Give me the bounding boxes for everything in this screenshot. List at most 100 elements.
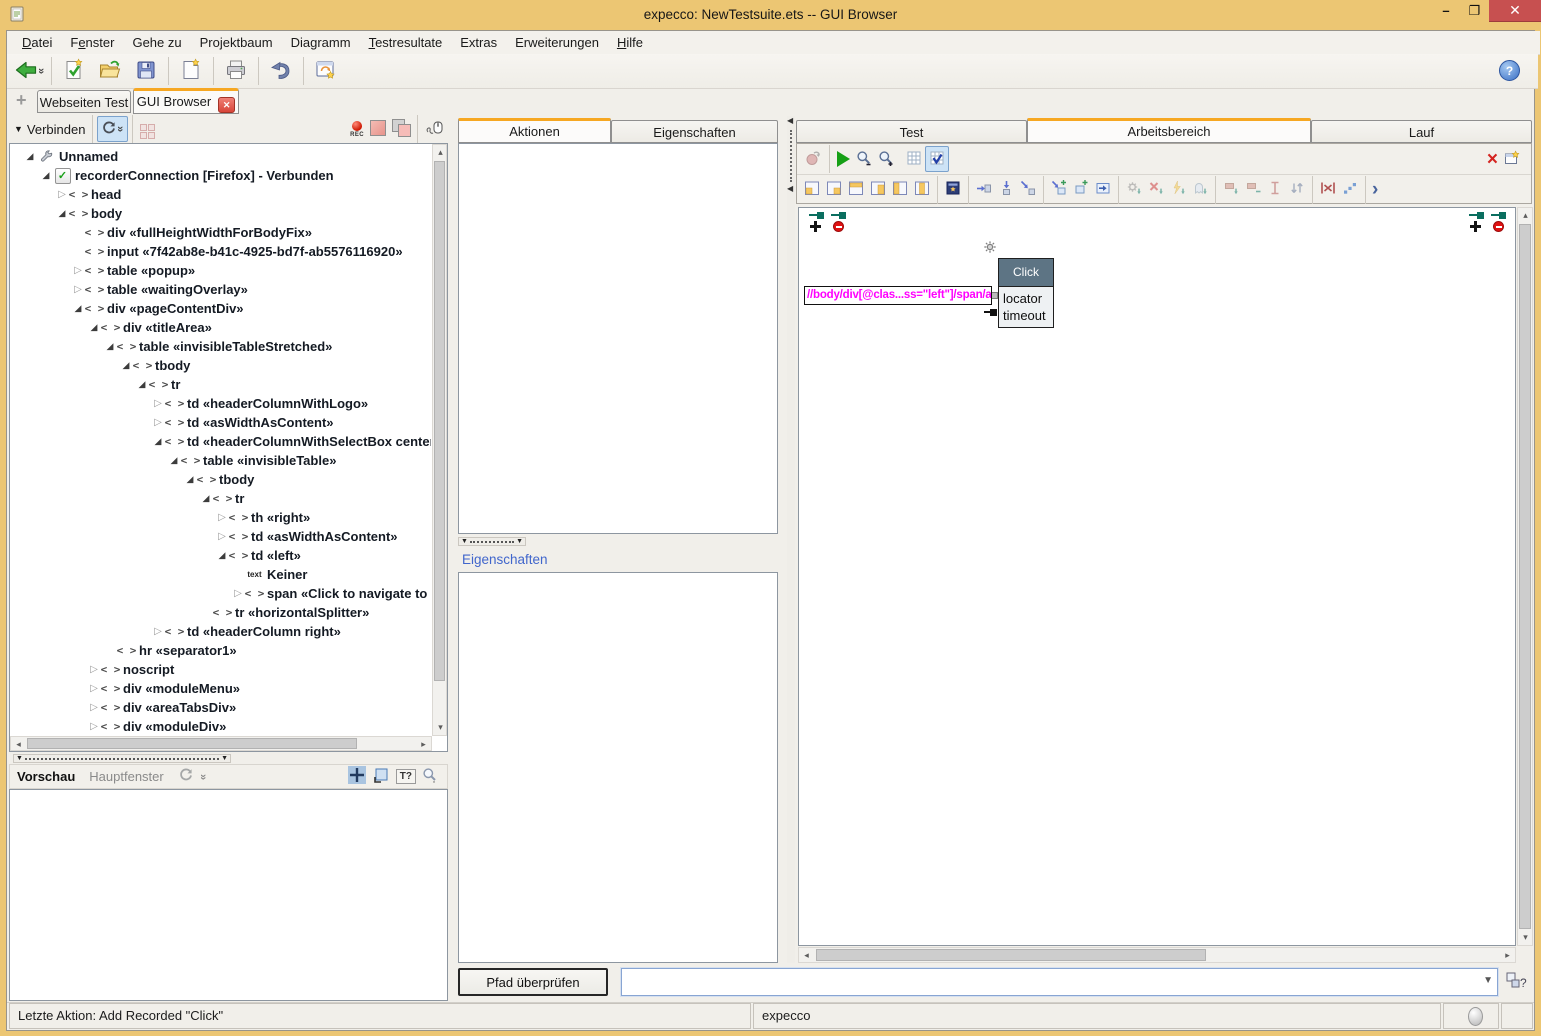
tab-gui-browser[interactable]: GUI Browser✕ xyxy=(133,88,239,114)
menu-item-projektbaum[interactable]: Projektbaum xyxy=(191,32,282,54)
tree-expander-icon[interactable]: ◢ xyxy=(183,470,197,489)
menu-item-hilfe[interactable]: Hilfe xyxy=(608,32,652,54)
path-combobox[interactable]: ▼ xyxy=(621,968,1498,996)
pin-stop-icon[interactable] xyxy=(831,212,846,232)
dist-v-button[interactable] xyxy=(1339,178,1361,202)
pin-timeout[interactable]: timeout xyxy=(999,307,1053,324)
tree-vscrollbar[interactable]: ▴ ▾ xyxy=(432,144,447,736)
anchor-min-button[interactable] xyxy=(1242,178,1264,202)
tree-expander-icon[interactable]: ◢ xyxy=(199,489,213,508)
gear-sub-button[interactable] xyxy=(1123,178,1145,202)
tree-item[interactable]: ◢< >td «left» xyxy=(11,546,431,565)
tree-hscrollbar[interactable]: ◂ ▸ xyxy=(10,736,432,751)
tab-aktionen[interactable]: Aktionen xyxy=(458,118,611,143)
anchor-sub-button[interactable] xyxy=(1220,178,1242,202)
tree-expander-icon[interactable]: ◢ xyxy=(119,356,133,375)
back-button[interactable]: » xyxy=(11,56,47,86)
insert-window-button[interactable] xyxy=(942,178,964,202)
tree-item[interactable]: ▷< >table «waitingOverlay» xyxy=(11,280,431,299)
pin-diag-button[interactable] xyxy=(1017,178,1039,202)
show-text-button[interactable]: T? xyxy=(393,765,419,789)
add-box-button[interactable] xyxy=(1070,178,1092,202)
tree-expander-icon[interactable]: ◢ xyxy=(151,432,165,451)
timeout-pin[interactable] xyxy=(990,309,997,316)
tree-item[interactable]: ▷< >noscript xyxy=(11,660,431,679)
tree-item[interactable]: ◢< >td «headerColumnWithSelectBox center… xyxy=(11,432,431,451)
close-button[interactable]: ✕ xyxy=(1489,0,1541,22)
tree-item[interactable]: ◢< >body xyxy=(11,204,431,223)
tab-test[interactable]: Test xyxy=(796,120,1027,143)
tree-item[interactable]: ▷< >td «asWidthAsContent» xyxy=(11,527,431,546)
swap-button[interactable] xyxy=(1286,178,1308,202)
tree-expander-icon[interactable]: ▷ xyxy=(87,660,101,679)
pin-stop-icon[interactable] xyxy=(1491,212,1506,232)
vbar-button[interactable] xyxy=(1264,178,1286,202)
tab-arbeitsbereich[interactable]: Arbeitsbereich xyxy=(1027,118,1311,143)
tree-item[interactable]: ▷< >td «asWidthAsContent» xyxy=(11,413,431,432)
view-hauptfenster[interactable]: Hauptfenster xyxy=(89,769,163,784)
tree-expander-icon[interactable]: ◢ xyxy=(55,204,69,223)
tree-expander-icon[interactable]: ◢ xyxy=(103,337,117,356)
tree-expander-icon[interactable]: ▷ xyxy=(87,679,101,698)
menu-item-gehe-zu[interactable]: Gehe zu xyxy=(123,32,190,54)
tree-item[interactable]: ◢< >div «titleArea» xyxy=(11,318,431,337)
minimize-button[interactable]: – xyxy=(1432,0,1460,21)
gear-icon[interactable] xyxy=(983,240,997,257)
tree-item[interactable]: textKeiner xyxy=(11,565,431,584)
preview-refresh-icon[interactable] xyxy=(178,767,194,786)
select-area-button[interactable] xyxy=(369,765,393,789)
pin-move-icon[interactable] xyxy=(809,212,824,232)
tree-item[interactable]: ◢Unnamed xyxy=(11,147,431,166)
view-vorschau[interactable]: Vorschau xyxy=(17,769,75,784)
delete-button[interactable]: × xyxy=(1484,147,1501,171)
new-window-button[interactable] xyxy=(1501,147,1523,171)
run-button[interactable] xyxy=(834,147,853,171)
tree-item[interactable]: ▷< >div «areaTabsDiv» xyxy=(11,698,431,717)
check-path-button[interactable]: Pfad überprüfen xyxy=(458,968,608,996)
tab-webseiten-test[interactable]: Webseiten Test xyxy=(37,90,131,113)
step-node-click[interactable]: Click locator timeout xyxy=(998,258,1054,328)
tree-item[interactable]: ◢< >tbody xyxy=(11,356,431,375)
refresh-dropdown-icon[interactable]: » xyxy=(115,126,127,132)
menu-item-testresultate[interactable]: Testresultate xyxy=(360,32,452,54)
tree-expander-icon[interactable]: ▷ xyxy=(71,280,85,299)
stop-record-button[interactable] xyxy=(367,117,389,141)
tab-close-icon[interactable]: ✕ xyxy=(218,97,235,113)
pin-locator[interactable]: locator xyxy=(999,290,1053,307)
tree-item[interactable]: ▷< >td «headerColumnWithLogo» xyxy=(11,394,431,413)
pin-down-button[interactable] xyxy=(995,178,1017,202)
locator-value-box[interactable]: //body/div[@clas...ss="left"]/span/a xyxy=(804,286,992,305)
tree-item[interactable]: ▷< >th «right» xyxy=(11,508,431,527)
save-button[interactable] xyxy=(128,56,164,86)
flash-sub-button[interactable] xyxy=(1167,178,1189,202)
help-button[interactable]: ? xyxy=(1499,60,1520,81)
grid-button[interactable] xyxy=(903,147,925,171)
frames-button[interactable] xyxy=(137,117,158,141)
tree-expander-icon[interactable]: ▷ xyxy=(151,413,165,432)
menu-item-diagramm[interactable]: Diagramm xyxy=(282,32,360,54)
mouse-pick-button[interactable] xyxy=(422,117,448,141)
zoom-out-button[interactable] xyxy=(853,147,875,171)
zoom-in-button[interactable] xyxy=(875,147,897,171)
maximize-button[interactable]: ❐ xyxy=(1461,0,1488,21)
tree-expander-icon[interactable]: ◢ xyxy=(39,166,53,185)
tree-item[interactable]: < >hr «separator1» xyxy=(11,641,431,660)
tab-eigenschaften[interactable]: Eigenschaften xyxy=(611,120,778,143)
tree-expander-icon[interactable]: ▷ xyxy=(55,185,69,204)
tree-item[interactable]: ◢< >tr xyxy=(11,375,431,394)
tree-expander-icon[interactable]: ◢ xyxy=(167,451,181,470)
tree-item[interactable]: < >div «fullHeightWidthForBodyFix» xyxy=(11,223,431,242)
canvas-hscrollbar[interactable]: ◂ ▸ xyxy=(798,947,1516,963)
left-splitter-handle[interactable]: ▼▼ xyxy=(13,754,231,763)
tree-expander-icon[interactable]: ▷ xyxy=(87,717,101,735)
tree-expander-icon[interactable]: ◢ xyxy=(23,147,37,166)
zoom-menu-button[interactable] xyxy=(419,765,441,789)
menu-item-extras[interactable]: Extras xyxy=(451,32,506,54)
win-l-button[interactable] xyxy=(889,178,911,202)
tree-expander-icon[interactable]: ◢ xyxy=(87,318,101,337)
combo-help-icon[interactable]: ? xyxy=(1506,971,1528,994)
tree-expander-icon[interactable]: ◢ xyxy=(135,375,149,394)
tree-item[interactable]: < >input «7f42ab8e-b41c-4925-bd7f-ab5576… xyxy=(11,242,431,261)
ghost-sub-button[interactable] xyxy=(1189,178,1211,202)
goto-box-button[interactable] xyxy=(1092,178,1114,202)
